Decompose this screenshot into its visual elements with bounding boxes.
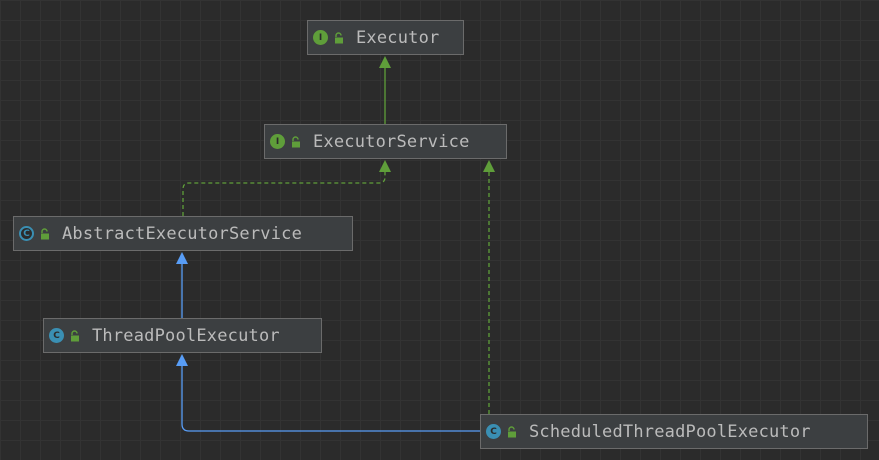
class-icon: C [49, 328, 64, 343]
arrowhead-executorservice-left [379, 160, 391, 172]
edge-abstractexecutorservice-to-executorservice [182, 169, 386, 216]
node-label: ThreadPoolExecutor [92, 325, 280, 346]
node-label: ExecutorService [313, 131, 470, 152]
interface-icon: I [270, 134, 285, 149]
node-label: AbstractExecutorService [62, 223, 303, 244]
node-thread-pool-executor[interactable]: C ThreadPoolExecutor [43, 318, 322, 353]
node-executor[interactable]: I Executor [307, 20, 464, 55]
arrowhead-executorservice-right [483, 160, 495, 172]
lock-icon [292, 135, 300, 147]
node-abstract-executor-service[interactable]: C AbstractExecutorService [13, 216, 353, 251]
lock-icon [71, 329, 79, 341]
abstract-class-icon: C [19, 226, 34, 241]
arrowhead-abstractexecutorservice [176, 252, 188, 264]
lock-icon [335, 31, 343, 43]
node-scheduled-thread-pool-executor[interactable]: C ScheduledThreadPoolExecutor [480, 414, 868, 449]
edge-scheduled-to-threadpoolexecutor [181, 364, 481, 432]
node-executor-service[interactable]: I ExecutorService [264, 124, 507, 159]
arrowhead-executor [379, 56, 391, 68]
interface-icon: I [313, 30, 328, 45]
node-label: Executor [356, 27, 440, 48]
node-label: ScheduledThreadPoolExecutor [529, 421, 811, 442]
lock-icon [41, 227, 49, 239]
lock-icon [508, 425, 516, 437]
class-icon: C [486, 424, 501, 439]
arrowhead-threadpoolexecutor [176, 354, 188, 366]
